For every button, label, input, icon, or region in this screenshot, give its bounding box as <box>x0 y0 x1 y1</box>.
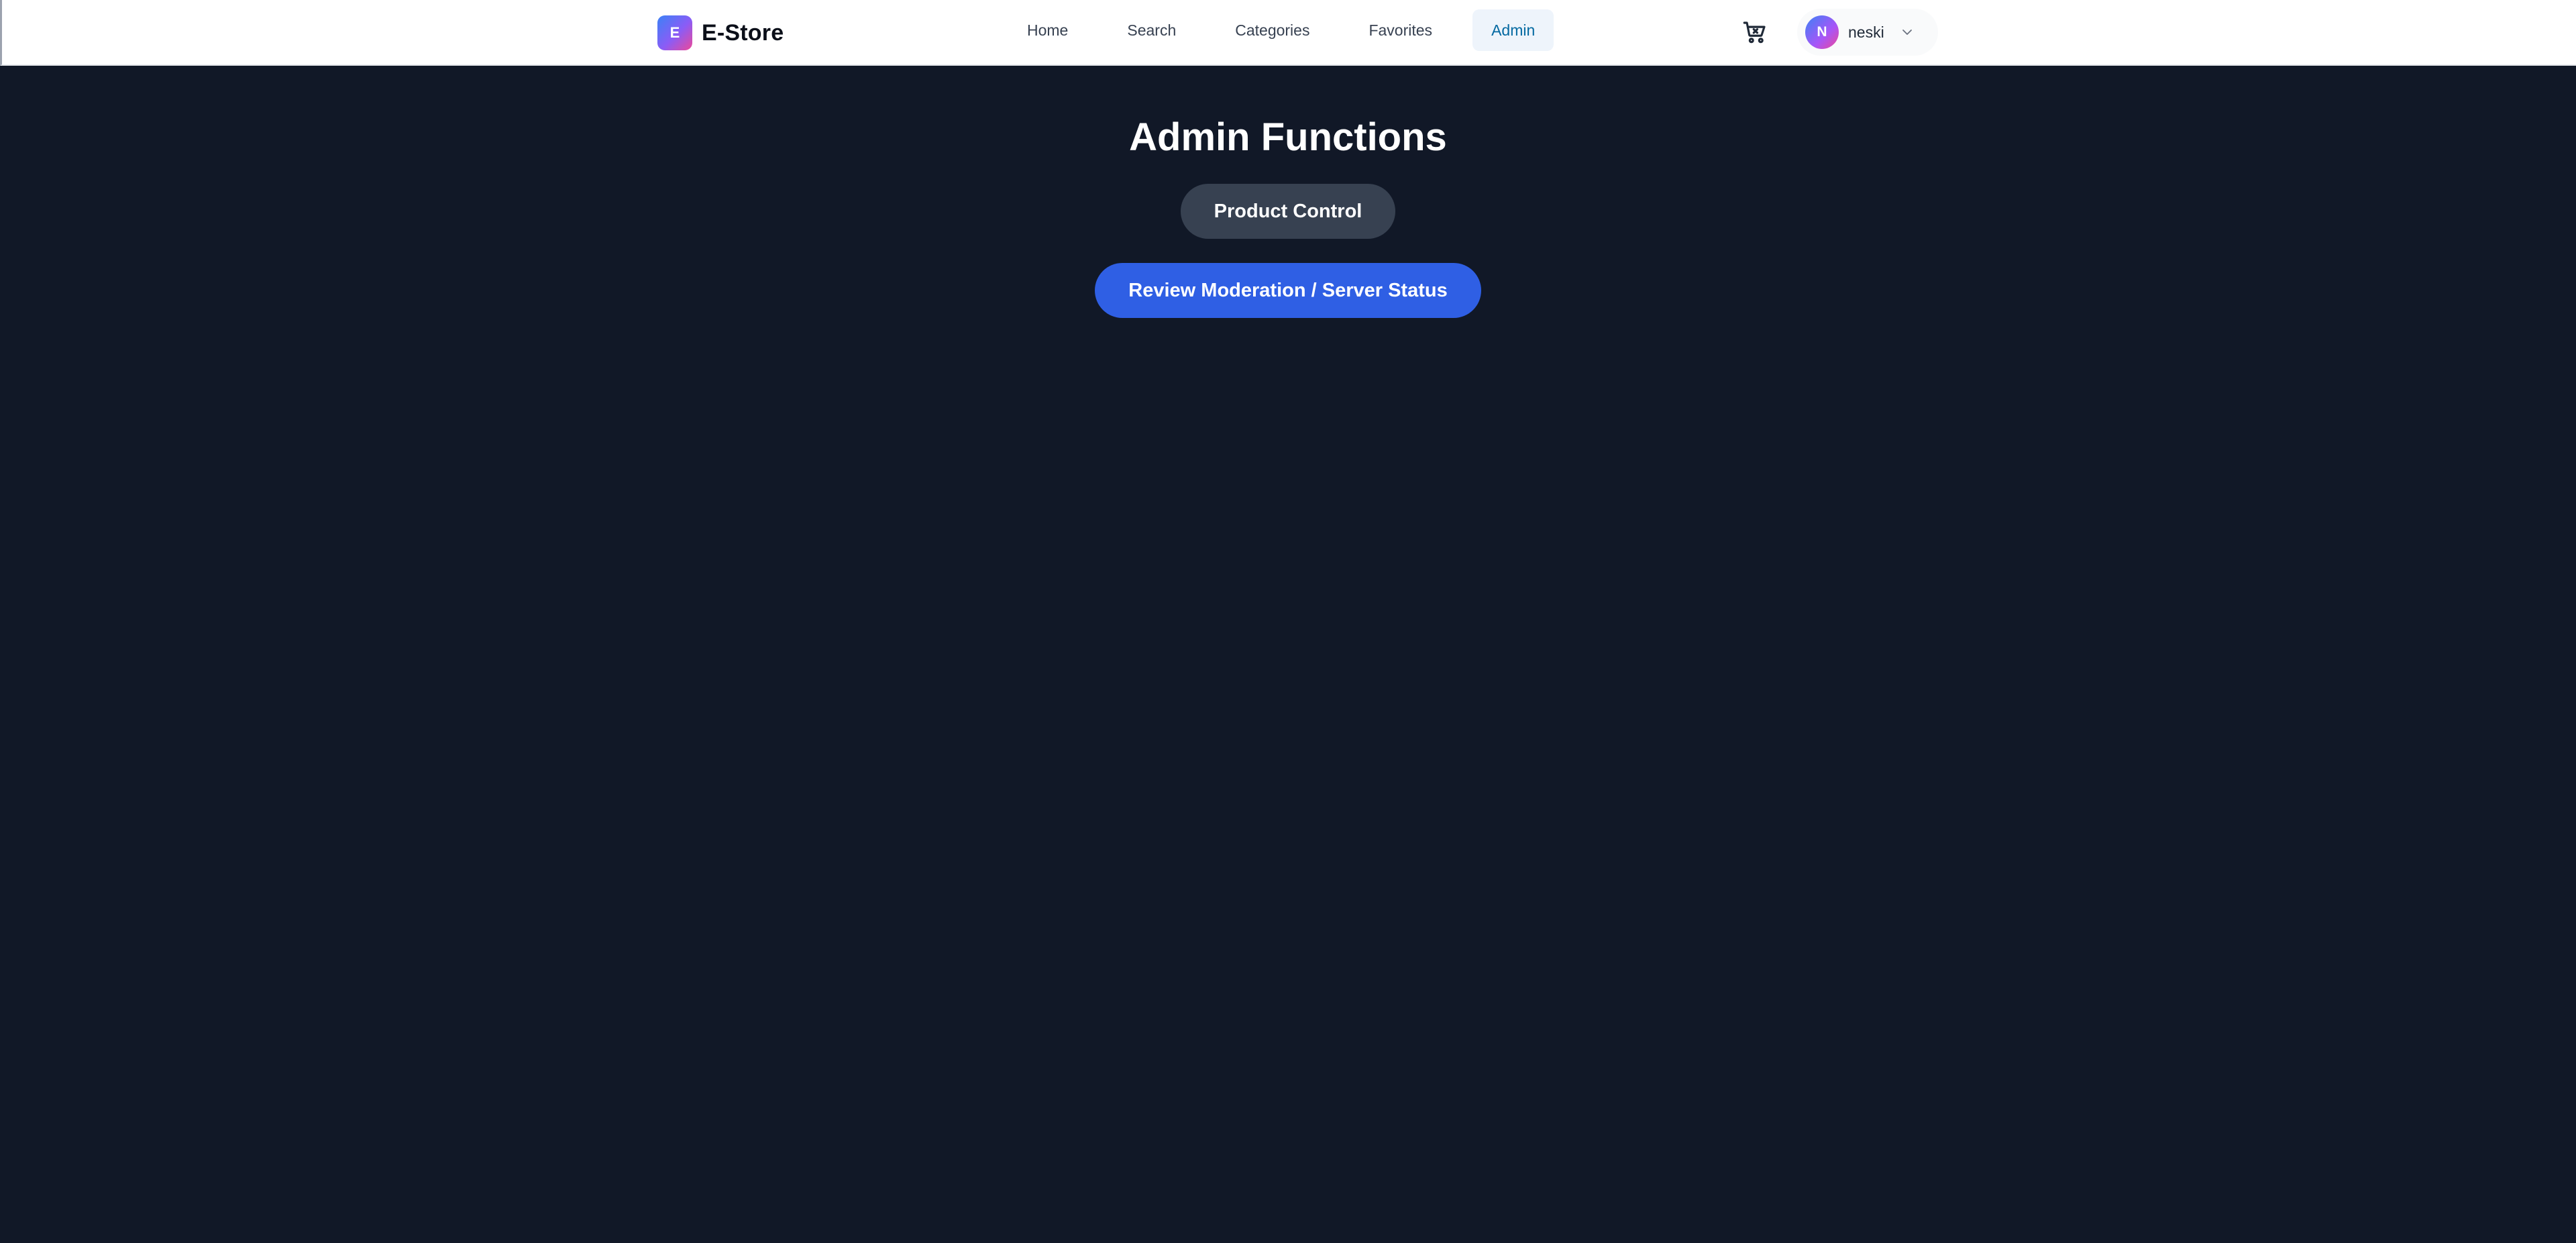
brand-name: E-Store <box>702 19 784 46</box>
top-navbar: E E-Store Home Search Categories Favorit… <box>0 0 2576 66</box>
brand-logo-icon: E <box>657 15 692 50</box>
nav-home[interactable]: Home <box>1008 9 1087 51</box>
main-nav: Home Search Categories Favorites Admin <box>1008 9 1575 51</box>
review-moderation-server-status-button[interactable]: Review Moderation / Server Status <box>1095 263 1481 318</box>
page-title: Admin Functions <box>1129 115 1447 159</box>
chevron-down-icon <box>1902 30 1912 35</box>
nav-admin[interactable]: Admin <box>1472 9 1554 51</box>
nav-search[interactable]: Search <box>1108 9 1195 51</box>
shopping-cart-icon <box>1743 21 1766 44</box>
user-menu-button[interactable]: N neski <box>1797 9 1938 56</box>
nav-categories[interactable]: Categories <box>1216 9 1328 51</box>
admin-main: Admin Functions Product Control Review M… <box>0 66 2576 318</box>
product-control-button[interactable]: Product Control <box>1180 184 1396 239</box>
username: neski <box>1848 23 1884 41</box>
nav-favorites[interactable]: Favorites <box>1350 9 1451 51</box>
brand-logo-link[interactable]: E E-Store <box>657 15 784 50</box>
avatar: N <box>1805 15 1839 49</box>
cart-button[interactable] <box>1741 18 1769 46</box>
